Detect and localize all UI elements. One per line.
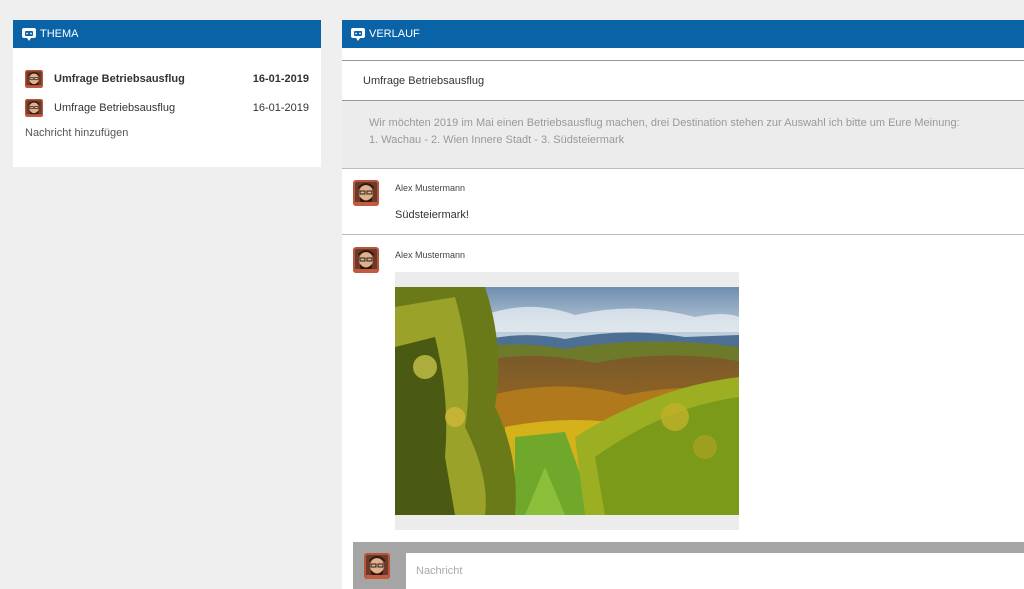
description-line: Wir möchten 2019 im Mai einen Betriebsau… bbox=[369, 117, 960, 129]
topic-list: Umfrage Betriebsausflug 16-01-2019 Umfra… bbox=[13, 48, 321, 167]
topic-date: 16-01-2019 bbox=[252, 101, 309, 114]
description-options: 1. Wachau - 2. Wien Innere Stadt - 3. Sü… bbox=[369, 134, 625, 146]
user-avatar bbox=[25, 70, 43, 88]
verlauf-header: VERLAUF bbox=[342, 20, 1024, 48]
vineyard-landscape-photo[interactable] bbox=[395, 287, 739, 515]
add-message-link[interactable]: Nachricht hinzufügen bbox=[13, 122, 140, 144]
thema-header-title: THEMA bbox=[40, 28, 79, 40]
message-image-frame bbox=[395, 272, 739, 530]
topic-title: Umfrage Betriebsausflug bbox=[54, 72, 185, 85]
message-text: Südsteiermark! bbox=[395, 209, 469, 221]
message-item: Alex Mustermann bbox=[342, 236, 1024, 536]
verlauf-header-title: VERLAUF bbox=[369, 28, 420, 40]
topic-item[interactable]: Umfrage Betriebsausflug 16-01-2019 bbox=[13, 64, 321, 93]
message-author: Alex Mustermann bbox=[395, 183, 466, 193]
chat-bubble-icon bbox=[21, 27, 37, 42]
message-author: Alex Mustermann bbox=[395, 250, 466, 260]
verlauf-panel: VERLAUF Umfrage Betriebsausflug Wir möch… bbox=[342, 20, 1024, 589]
thema-header: THEMA bbox=[13, 20, 321, 48]
user-avatar bbox=[364, 553, 390, 579]
conversation-description: Wir möchten 2019 im Mai einen Betriebsau… bbox=[342, 101, 1024, 169]
user-avatar bbox=[25, 99, 43, 117]
topic-title: Umfrage Betriebsausflug bbox=[54, 101, 176, 114]
topic-item[interactable]: Umfrage Betriebsausflug 16-01-2019 bbox=[13, 93, 321, 122]
chat-bubble-icon bbox=[350, 27, 366, 42]
conversation-subject: Umfrage Betriebsausflug bbox=[342, 60, 1024, 101]
message-input[interactable] bbox=[406, 553, 1024, 589]
compose-bar bbox=[353, 542, 1024, 589]
user-avatar bbox=[353, 247, 379, 273]
user-avatar bbox=[353, 180, 379, 206]
topic-date: 16-01-2019 bbox=[252, 72, 309, 85]
message-item: Alex Mustermann Südsteiermark! bbox=[342, 169, 1024, 235]
thema-panel: THEMA Umfrage Betriebsausflug 16-01-2019… bbox=[13, 20, 321, 167]
